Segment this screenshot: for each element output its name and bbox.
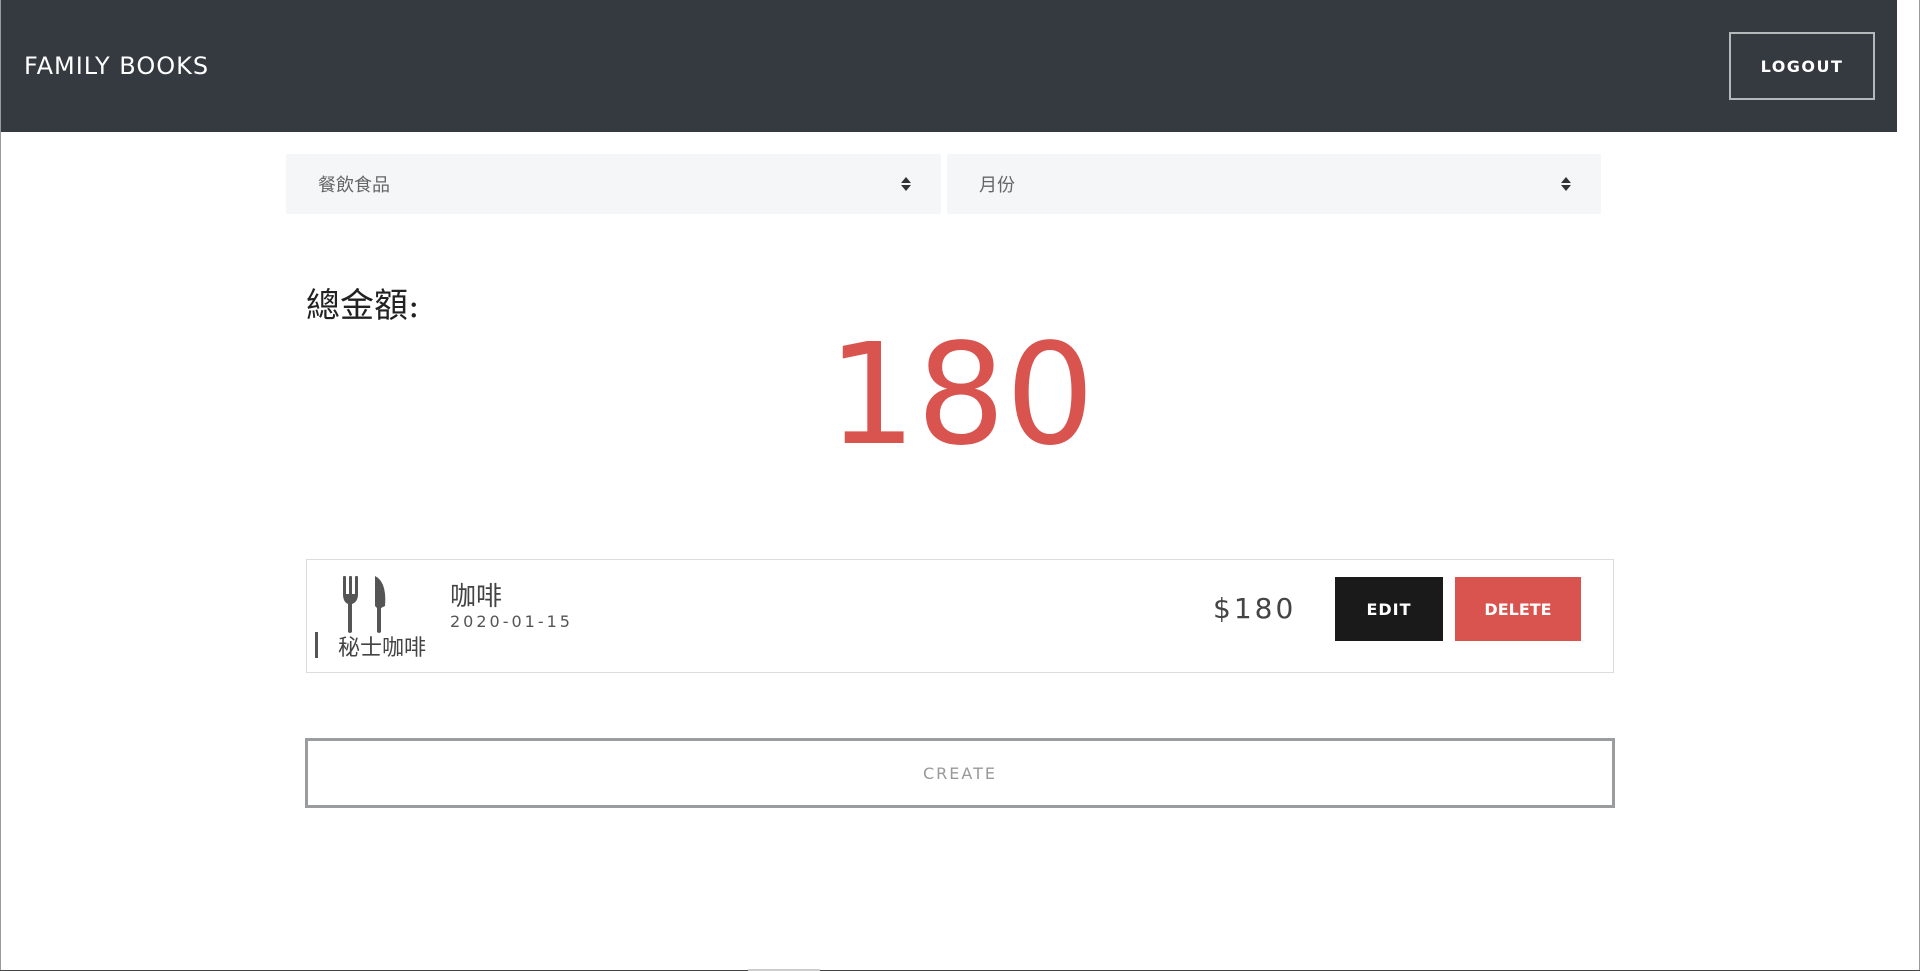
logout-button[interactable]: LOGOUT bbox=[1729, 32, 1875, 100]
category-select-value: 餐飲食品 bbox=[318, 175, 390, 196]
edit-button[interactable]: EDIT bbox=[1335, 577, 1443, 641]
total-amount-label: 總金額: bbox=[306, 286, 420, 326]
create-button[interactable]: CREATE bbox=[305, 738, 1615, 808]
filter-bar: 餐飲食品 月份 bbox=[286, 154, 1601, 214]
utensils-icon bbox=[343, 576, 386, 633]
record-shop: 秘士咖啡 bbox=[338, 636, 427, 661]
record-item: 秘士咖啡 咖啡 2020-01-15 $180 EDIT DELETE bbox=[306, 559, 1614, 673]
total-amount-number: 180 bbox=[827, 314, 1095, 477]
record-amount: $180 bbox=[1213, 592, 1297, 625]
top-navbar: FAMILY BOOKS LOGOUT bbox=[1, 0, 1897, 132]
total-amount-value: 180 bbox=[0, 326, 1920, 466]
select-arrows-icon bbox=[1561, 177, 1571, 191]
record-title: 咖啡 bbox=[450, 582, 503, 612]
month-select[interactable]: 月份 bbox=[947, 154, 1601, 214]
select-arrows-icon bbox=[901, 177, 911, 191]
delete-button[interactable]: DELETE bbox=[1455, 577, 1581, 641]
brand-title[interactable]: FAMILY BOOKS bbox=[24, 52, 209, 80]
page-left-border bbox=[0, 0, 1, 971]
record-date: 2020-01-15 bbox=[450, 612, 573, 631]
record-accent-bar bbox=[315, 632, 318, 658]
category-select[interactable]: 餐飲食品 bbox=[286, 154, 941, 214]
month-select-value: 月份 bbox=[979, 175, 1015, 196]
